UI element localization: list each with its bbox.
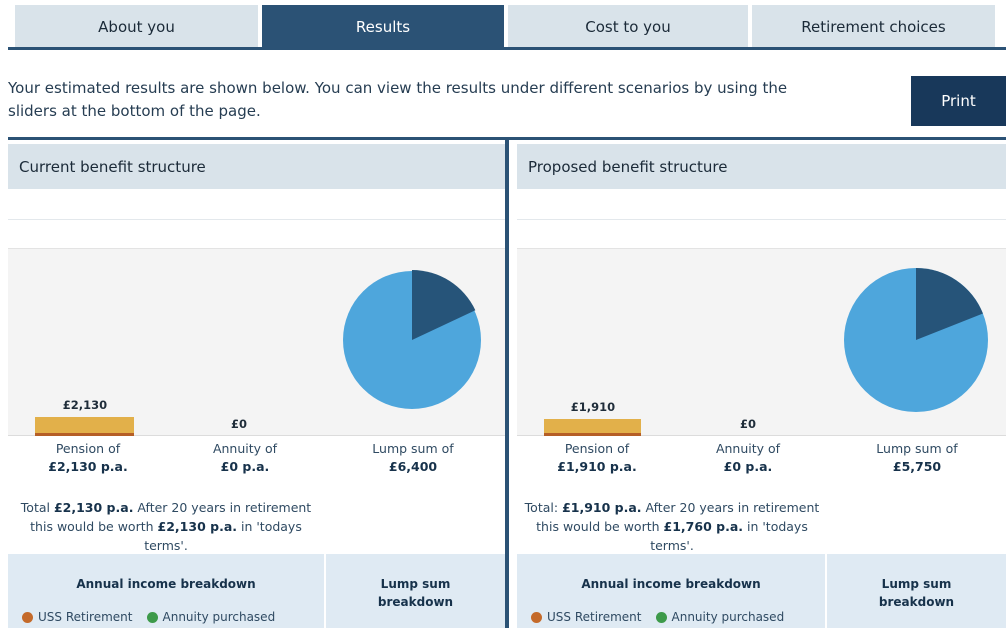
proposed-total-text: Total: £1,910 p.a. After 20 years in ret… [519,498,825,555]
legend-annuity-label: Annuity purchased [671,610,785,624]
proposed-panel-title: Proposed benefit structure [517,144,1006,189]
current-income-breakdown: Annual income breakdown USS Retirement A… [8,554,324,628]
income-legend: USS Retirement Annuity purchased [22,610,275,624]
pension-label: Pension of [55,441,121,456]
lump-sum-label: Lump sum of [876,441,958,456]
pension-value: £2,130 p.a. [48,459,128,474]
current-chart: £2,130 £0 [8,248,505,436]
legend-dot-icon [22,611,33,623]
annuity-value: £0 p.a. [723,459,773,474]
legend-annuity: Annuity purchased [655,610,785,624]
legend-dot-icon [146,611,158,623]
income-breakdown-title: Annual income breakdown [581,577,761,591]
current-total-text: Total £2,130 p.a. After 20 years in reti… [14,498,318,555]
tab-retirement-choices[interactable]: Retirement choices [752,5,995,48]
proposed-lump-breakdown: Lump sum breakdown [827,554,1006,628]
panel-separator [517,219,1006,220]
column-divider [505,137,509,628]
panel-separator [8,219,505,220]
proposed-pension-bar [544,419,641,436]
total-value: £1,910 p.a. [562,500,642,515]
proposed-lump-sum-pie [844,268,988,412]
proposed-pension-bar-label: £1,910 [570,400,616,414]
legend-uss: USS Retirement [531,610,642,624]
annuity-value: £0 p.a. [220,459,270,474]
proposed-pension-summary: Pension of £1,910 p.a. [517,440,677,476]
legend-uss-label: USS Retirement [547,610,642,624]
lump-sum-value: £6,400 [388,459,438,474]
current-annuity-summary: Annuity of £0 p.a. [165,440,325,476]
legend-dot-icon [655,611,667,623]
proposed-chart: £1,910 £0 [517,248,1006,436]
annuity-label: Annuity of [715,441,781,456]
print-button[interactable]: Print [911,76,1006,126]
tab-about-you[interactable]: About you [15,5,258,48]
lump-sum-label: Lump sum of [372,441,454,456]
current-lump-breakdown: Lump sum breakdown [326,554,505,628]
legend-uss: USS Retirement [22,610,133,624]
legend-annuity-label: Annuity purchased [162,610,276,624]
tab-cost-to-you[interactable]: Cost to you [508,5,748,48]
current-annuity-bar-label: £0 [230,417,247,431]
total-worth: £1,760 p.a. [663,519,743,534]
pension-value: £1,910 p.a. [557,459,637,474]
proposed-annuity-summary: Annuity of £0 p.a. [668,440,828,476]
current-pension-bar-label: £2,130 [62,398,108,412]
lump-breakdown-title: Lump sum breakdown [377,577,454,609]
proposed-lump-summary: Lump sum of £5,750 [837,440,997,476]
pension-label: Pension of [564,441,630,456]
legend-uss-label: USS Retirement [38,610,133,624]
lump-sum-value: £5,750 [892,459,942,474]
lump-breakdown-title: Lump sum breakdown [878,577,955,609]
proposed-income-breakdown: Annual income breakdown USS Retirement A… [517,554,825,628]
legend-annuity: Annuity purchased [146,610,276,624]
current-benefit-panel: Current benefit structure £2,130 £0 Pens… [8,140,505,628]
current-pension-summary: Pension of £2,130 p.a. [8,440,168,476]
legend-dot-icon [531,611,542,623]
tab-underline [8,47,1006,50]
proposed-benefit-panel: Proposed benefit structure £1,910 £0 Pen… [517,140,1006,628]
current-lump-sum-pie [343,270,481,409]
current-pension-bar [35,417,134,436]
total-prefix: Total [20,500,50,515]
total-worth: £2,130 p.a. [157,519,237,534]
tab-bar: About you Results Cost to you Retirement… [0,0,1006,50]
total-prefix: Total: [524,500,559,515]
income-breakdown-title: Annual income breakdown [76,577,256,591]
intro-text: Your estimated results are shown below. … [8,79,788,120]
total-value: £2,130 p.a. [53,500,134,515]
current-panel-title: Current benefit structure [8,144,505,189]
current-lump-summary: Lump sum of £6,400 [333,440,493,476]
proposed-annuity-bar-label: £0 [739,417,756,431]
tab-results[interactable]: Results [262,5,504,48]
annuity-label: Annuity of [212,441,278,456]
income-legend: USS Retirement Annuity purchased [531,610,784,624]
